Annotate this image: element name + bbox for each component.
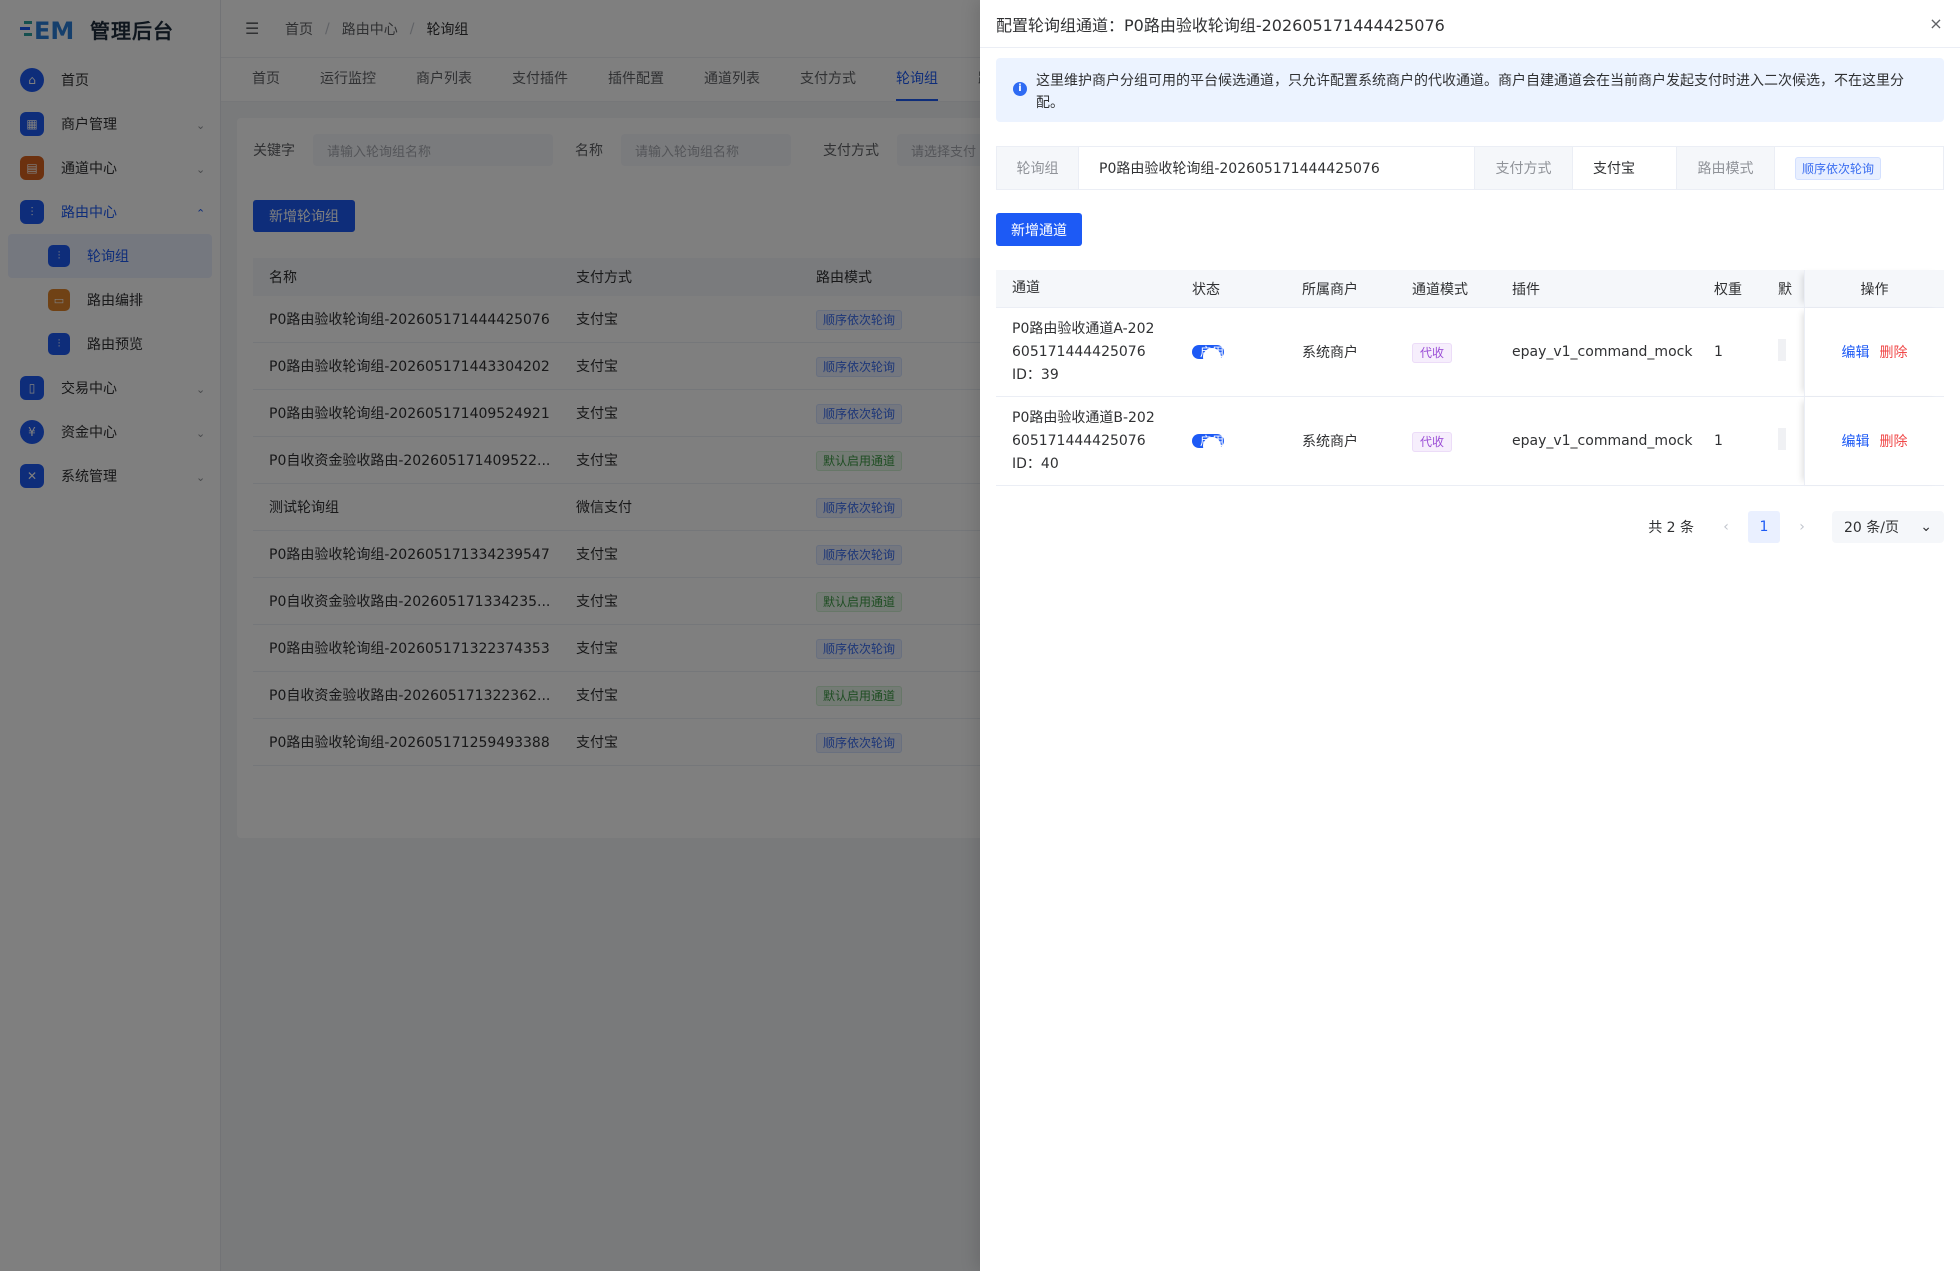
status-toggle[interactable]: 启用 bbox=[1192, 345, 1225, 366]
channel-mode-tag: 代收 bbox=[1412, 431, 1453, 452]
prev-page-button[interactable]: ‹ bbox=[1710, 511, 1742, 543]
toggle-knob bbox=[1203, 437, 1222, 455]
header-merchant: 所属商户 bbox=[1302, 281, 1358, 298]
close-icon[interactable]: × bbox=[1926, 14, 1946, 34]
group-label: 轮询组 bbox=[997, 147, 1079, 189]
toggle-knob bbox=[1203, 348, 1222, 366]
config-drawer: 配置轮询组通道：P0路由验收轮询组-202605171444425076 × i… bbox=[980, 0, 1960, 1271]
pay-method-label: 支付方式 bbox=[1475, 147, 1573, 189]
pagination: 共 2 条 ‹ 1 › 20 条/页 ⌄ bbox=[1648, 511, 1944, 543]
modal-overlay[interactable] bbox=[0, 0, 980, 1271]
plugin-cell: epay_v1_command_mock bbox=[1512, 433, 1693, 449]
default-indicator bbox=[1778, 339, 1786, 361]
header-weight: 权重 bbox=[1714, 281, 1742, 298]
mode-cell: 代收 bbox=[1396, 431, 1496, 452]
delete-link[interactable]: 删除 bbox=[1880, 342, 1908, 362]
header-default: 默 bbox=[1778, 281, 1792, 298]
status-cell: 启用 bbox=[1176, 429, 1286, 455]
channel-name-cont: 605171444425076 bbox=[1012, 432, 1146, 449]
channel-cell: P0路由验收通道B-202 605171444425076 ID：40 bbox=[996, 407, 1176, 476]
page-size-value: 20 条/页 bbox=[1844, 520, 1899, 536]
drawer-title: 配置轮询组通道：P0路由验收轮询组-202605171444425076 bbox=[996, 15, 1445, 35]
default-cell bbox=[1778, 339, 1794, 365]
table-header: 通道 状态 所属商户 通道模式 插件 权重 默 操作 bbox=[996, 270, 1944, 308]
merchant-cell: 系统商户 bbox=[1302, 345, 1358, 361]
status-cell: 启用 bbox=[1176, 340, 1286, 366]
pay-method-value: 支付宝 bbox=[1573, 147, 1677, 189]
add-channel-button[interactable]: 新增通道 bbox=[996, 213, 1082, 246]
route-mode-label: 路由模式 bbox=[1677, 147, 1775, 189]
table-row: P0路由验收通道B-202 605171444425076 ID：40 启用 系… bbox=[996, 397, 1944, 486]
delete-link[interactable]: 删除 bbox=[1880, 431, 1908, 451]
group-descriptions: 轮询组 P0路由验收轮询组-202605171444425076 支付方式 支付… bbox=[996, 146, 1944, 190]
edit-link[interactable]: 编辑 bbox=[1842, 431, 1870, 451]
info-notice: i 这里维护商户分组可用的平台候选通道，只允许配置系统商户的代收通道。商户自建通… bbox=[996, 58, 1944, 122]
route-mode-value: 顺序依次轮询 bbox=[1775, 147, 1943, 189]
channel-mode-tag: 代收 bbox=[1412, 342, 1453, 363]
total-count: 共 2 条 bbox=[1648, 520, 1694, 536]
default-indicator bbox=[1778, 428, 1786, 450]
info-icon: i bbox=[1013, 82, 1027, 96]
header-plugin: 插件 bbox=[1512, 281, 1540, 298]
weight-cell: 1 bbox=[1714, 344, 1723, 360]
ops-cell: 编辑 删除 bbox=[1804, 397, 1944, 485]
header-ops: 操作 bbox=[1804, 270, 1944, 307]
channel-table: 通道 状态 所属商户 通道模式 插件 权重 默 操作 P0路由验收通道A-202… bbox=[996, 270, 1944, 486]
notice-text: 这里维护商户分组可用的平台候选通道，只允许配置系统商户的代收通道。商户自建通道会… bbox=[1036, 73, 1904, 111]
weight-cell: 1 bbox=[1714, 433, 1723, 449]
header-channel: 通道 bbox=[1012, 280, 1040, 296]
mode-cell: 代收 bbox=[1396, 342, 1496, 363]
next-page-button[interactable]: › bbox=[1786, 511, 1818, 543]
channel-cell: P0路由验收通道A-202 605171444425076 ID：39 bbox=[996, 318, 1176, 387]
plugin-cell: epay_v1_command_mock bbox=[1512, 344, 1693, 360]
channel-name: P0路由验收通道B-202 bbox=[1012, 409, 1155, 426]
header-status: 状态 bbox=[1192, 281, 1220, 298]
channel-id: ID：40 bbox=[1012, 455, 1059, 472]
header-mode: 通道模式 bbox=[1412, 281, 1468, 298]
channel-name: P0路由验收通道A-202 bbox=[1012, 320, 1155, 337]
channel-name-cont: 605171444425076 bbox=[1012, 343, 1146, 360]
channel-id: ID：39 bbox=[1012, 366, 1059, 383]
merchant-cell: 系统商户 bbox=[1302, 434, 1358, 450]
edit-link[interactable]: 编辑 bbox=[1842, 342, 1870, 362]
default-cell bbox=[1778, 428, 1794, 454]
ops-cell: 编辑 删除 bbox=[1804, 308, 1944, 396]
group-value: P0路由验收轮询组-202605171444425076 bbox=[1079, 147, 1475, 189]
page-number[interactable]: 1 bbox=[1748, 511, 1780, 543]
table-row: P0路由验收通道A-202 605171444425076 ID：39 启用 系… bbox=[996, 308, 1944, 397]
status-toggle[interactable]: 启用 bbox=[1192, 434, 1225, 455]
chevron-down-icon: ⌄ bbox=[1920, 519, 1932, 535]
page-size-select[interactable]: 20 条/页 ⌄ bbox=[1832, 511, 1944, 543]
drawer-header: 配置轮询组通道：P0路由验收轮询组-202605171444425076 bbox=[980, 0, 1960, 48]
route-mode-tag: 顺序依次轮询 bbox=[1795, 156, 1882, 180]
